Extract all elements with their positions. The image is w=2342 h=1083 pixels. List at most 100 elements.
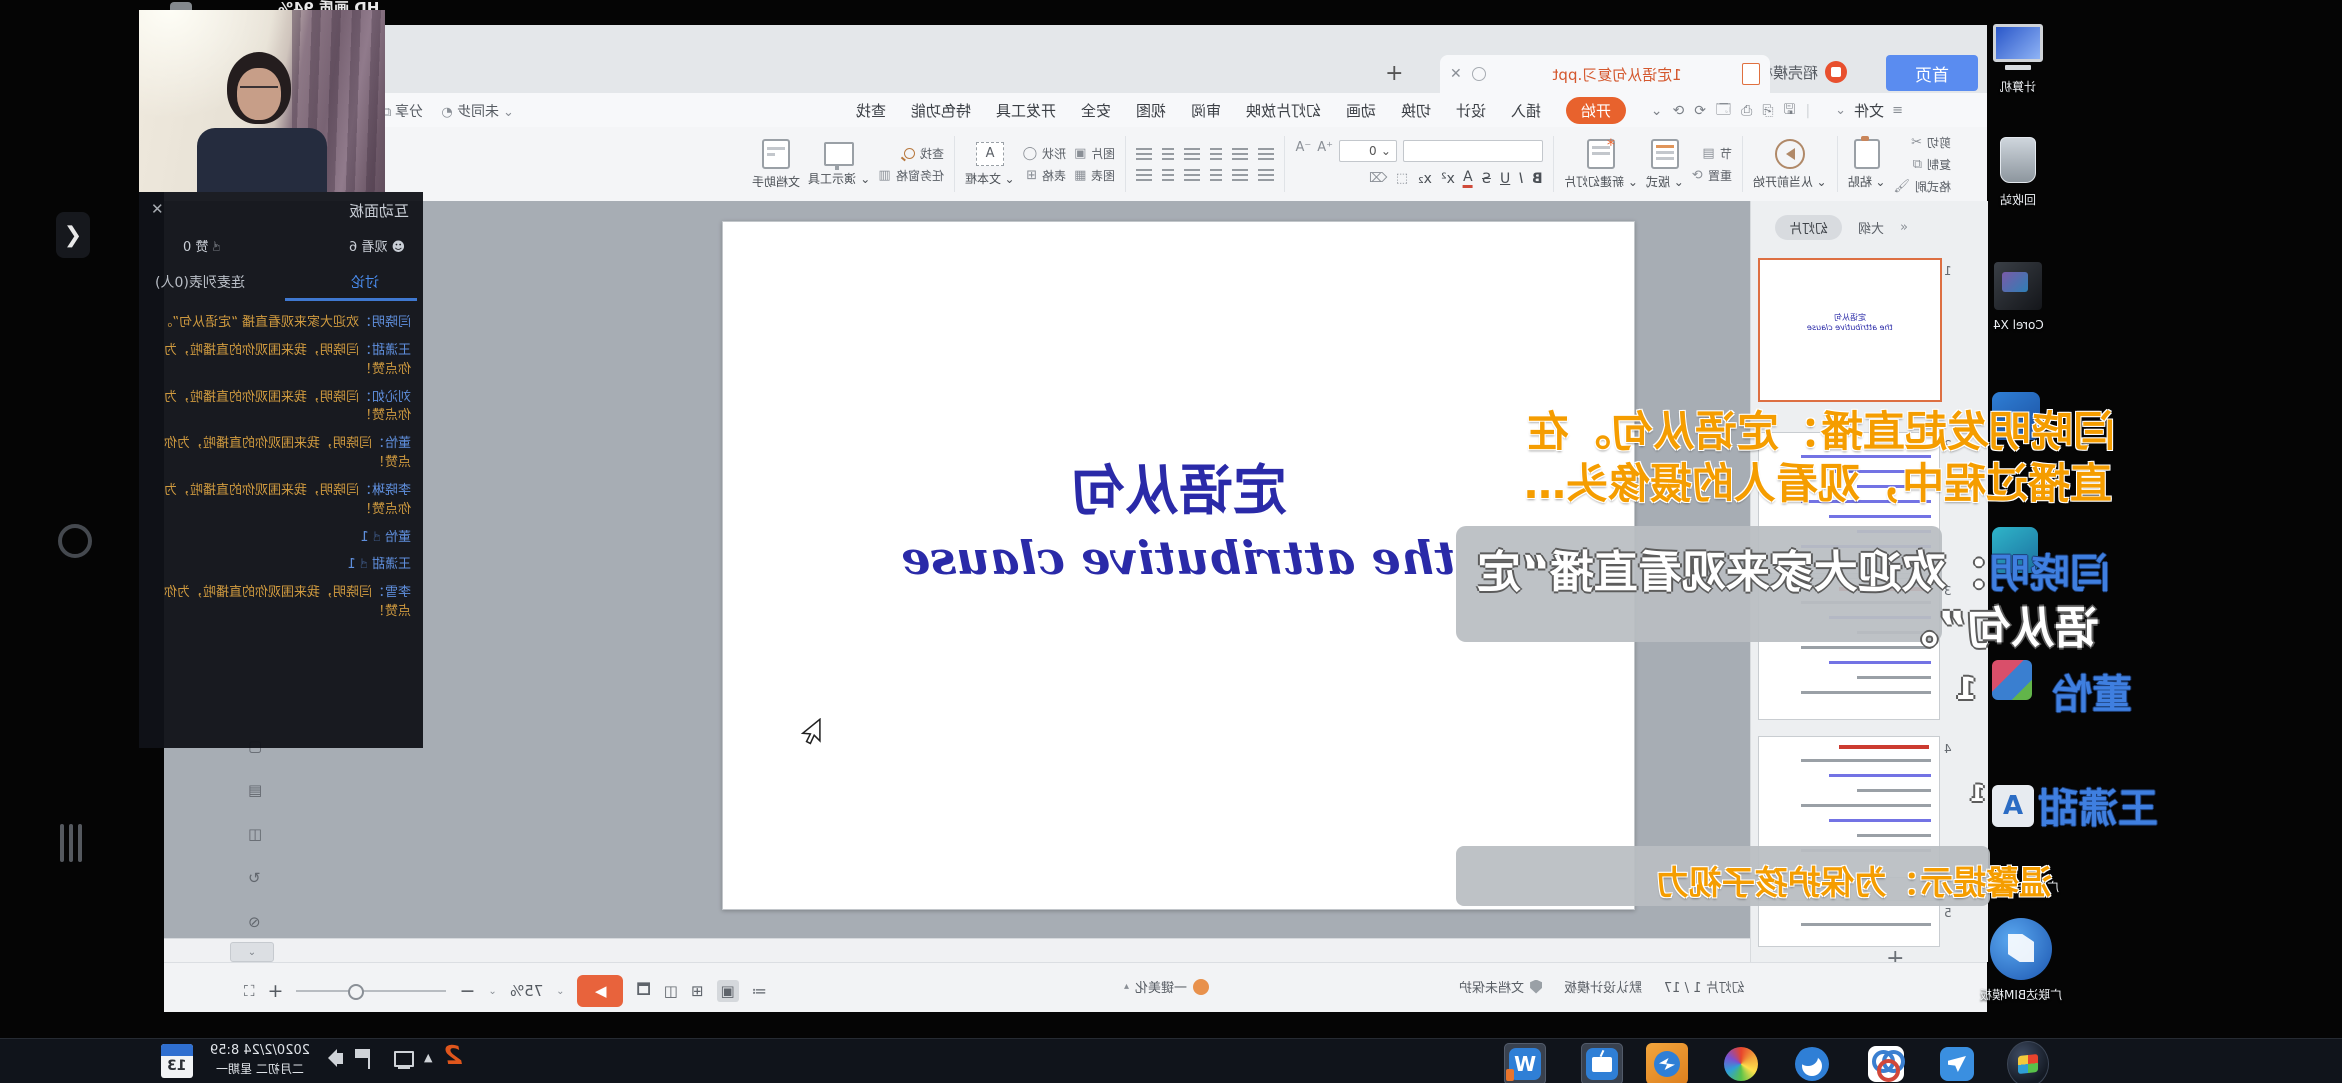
sync-status-button[interactable]: ◔ 未同步 ⌄	[441, 101, 514, 121]
desktop-icon-回收站[interactable]	[1992, 135, 2044, 187]
slideshow-play-button[interactable]: ▶	[577, 975, 623, 1007]
font-size-input[interactable]: 0 ⌄	[1339, 140, 1397, 162]
desktop-icon-Corel X4[interactable]	[1992, 262, 2044, 314]
fit-screen-icon[interactable]: ⛶	[244, 982, 255, 1000]
menu-item-2[interactable]: 设计	[1456, 100, 1486, 121]
print-icon[interactable]: ⎙	[1741, 103, 1752, 119]
menu-item-9[interactable]: 开发工具	[996, 100, 1056, 121]
present-tools-button[interactable]: 演示工具 ⌄	[808, 142, 870, 187]
design-template-status[interactable]: 默认设计模板	[1564, 977, 1642, 996]
disable-tool-icon[interactable]: ⊘	[248, 913, 262, 931]
tab-outline[interactable]: 大纲	[1858, 218, 1884, 237]
desktop-icon-app-7[interactable]: A	[1992, 785, 2044, 837]
font-shrink-icon[interactable]: A⁻	[1295, 140, 1311, 162]
font-color-button[interactable]: A	[1463, 169, 1473, 188]
menu-item-6[interactable]: 审阅	[1191, 100, 1221, 121]
table-button[interactable]: 表格⊞	[1023, 167, 1067, 184]
panel-collapse-icon[interactable]: «	[1900, 220, 1908, 235]
paragraph-settings-icon[interactable]	[1136, 169, 1152, 181]
tab-discussion[interactable]: 讨论	[351, 272, 379, 292]
taskbar-icon-firefox-browser[interactable]	[1720, 1043, 1762, 1083]
tab-mic-list[interactable]: 连麦列表(0人)	[155, 272, 245, 292]
doc-assistant-button[interactable]: 文档助手	[752, 139, 800, 190]
menu-item-file[interactable]: ≡ 文件 ⌄	[1835, 100, 1903, 121]
numbering-icon[interactable]	[1184, 148, 1200, 160]
text-direction-icon[interactable]	[1162, 169, 1174, 181]
taskbar-icon-chat-app[interactable]	[1936, 1043, 1978, 1083]
desktop-icon-app-6[interactable]	[1992, 660, 2044, 712]
taskbar-icon-bird-messenger[interactable]	[1646, 1043, 1688, 1083]
menu-item-0[interactable]: 开始	[1566, 97, 1626, 124]
volume-icon[interactable]	[336, 1053, 343, 1064]
preview-icon[interactable]: 🗔	[1716, 99, 1731, 123]
layout-button[interactable]: 版式 ⌄	[1646, 139, 1684, 190]
menu-item-11[interactable]: 查找	[856, 100, 886, 121]
cut-button[interactable]: 剪切✂	[1893, 134, 1951, 151]
desktop-icon-广联达BIM空间[interactable]	[1990, 918, 2042, 970]
menu-item-5[interactable]: 幻灯片放映	[1246, 100, 1321, 121]
taskbar-icon-circles-suite[interactable]	[1865, 1043, 1907, 1083]
clear-format-button[interactable]: ⌫	[1369, 171, 1387, 186]
underline-button[interactable]: U	[1500, 171, 1510, 187]
notes-collapse-button[interactable]: ⌄	[230, 942, 274, 962]
menu-item-10[interactable]: 特色功能	[911, 100, 971, 121]
reset-button[interactable]: 重置⟲	[1692, 167, 1732, 184]
sorter-view-icon[interactable]: ⊞	[691, 982, 704, 1000]
menu-item-7[interactable]: 视图	[1136, 100, 1166, 121]
tray-expand-icon[interactable]: ▲	[424, 1051, 432, 1064]
font-grow-icon[interactable]: A⁺	[1317, 140, 1333, 162]
indent-less-icon[interactable]	[1184, 169, 1200, 181]
tab-pin-icon[interactable]	[1472, 67, 1486, 81]
undo-icon[interactable]: ⟲	[1672, 103, 1684, 119]
strikethrough-button[interactable]: S	[1482, 171, 1491, 187]
tab-slides[interactable]: 幻灯片	[1775, 215, 1842, 240]
menu-item-1[interactable]: 插入	[1511, 100, 1541, 121]
record-indicator-icon[interactable]	[58, 524, 92, 558]
taskbar-icon-wps-presentation[interactable]: W	[1504, 1043, 1546, 1083]
rotate-tool-icon[interactable]: ↺	[248, 869, 262, 887]
play-from-current-button[interactable]: 从当前开始 ⌄	[1753, 139, 1827, 190]
desktop-icon-计算机[interactable]	[1992, 22, 2044, 74]
taskbar-clock[interactable]: 2020/2/24 8:59 二月初二 星期一	[198, 1042, 322, 1078]
align-center-icon[interactable]	[1232, 148, 1248, 160]
calendar-tray-icon[interactable]: 13	[161, 1044, 193, 1078]
slideshow-view-icon[interactable]: 🗖	[636, 979, 650, 1004]
find-button[interactable]: 查找	[878, 145, 943, 162]
zoom-slider-knob[interactable]	[348, 984, 364, 1000]
new-tab-button[interactable]: +	[1385, 61, 1403, 86]
zoom-in-icon[interactable]: +	[268, 980, 284, 1002]
layers-tool-icon[interactable]: ▤	[248, 781, 262, 799]
text-box-button[interactable]: A 文本框 ⌄	[965, 142, 1015, 187]
sidebar-expand-handle[interactable]: ❯	[56, 212, 90, 258]
beautify-button[interactable]: ▴ 一键美化	[1124, 977, 1209, 996]
output-icon[interactable]: ⎘	[1762, 103, 1773, 119]
taskbar-icon-start-button[interactable]	[2007, 1043, 2049, 1083]
line-spacing-icon[interactable]	[1210, 169, 1222, 181]
panel-close-icon[interactable]: ✕	[151, 200, 164, 218]
zoom-level[interactable]: 75%	[510, 982, 543, 1000]
task-pane-button[interactable]: 任务窗格▥	[878, 167, 943, 184]
paste-button[interactable]: 粘贴 ⌄	[1848, 139, 1886, 190]
action-center-icon[interactable]	[355, 1049, 368, 1058]
zoom-slider[interactable]	[296, 990, 446, 992]
split-view-icon[interactable]: ◫	[248, 825, 262, 843]
copy-button[interactable]: 复制⧉	[1893, 156, 1951, 173]
drag-handle-icon[interactable]	[60, 824, 82, 862]
menu-item-3[interactable]: 切换	[1401, 100, 1431, 121]
chart-button[interactable]: 图表▦	[1074, 167, 1115, 184]
highlight-button[interactable]: ⬚	[1396, 171, 1408, 186]
reading-view-icon[interactable]: ◫	[664, 982, 678, 1000]
align-right-icon[interactable]	[1258, 169, 1274, 181]
bold-button[interactable]: B	[1532, 171, 1543, 187]
chevron-down-icon[interactable]: ⌄	[1651, 103, 1663, 119]
shapes-button[interactable]: 形状◯	[1023, 145, 1067, 162]
taskbar-icon-blue-browser[interactable]	[1791, 1043, 1833, 1083]
zoom-out-icon[interactable]: −	[459, 980, 475, 1002]
notes-view-icon[interactable]: ≔	[752, 982, 767, 1000]
taskbar-icon-live-class-tv[interactable]	[1581, 1043, 1623, 1083]
normal-view-icon[interactable]: ▣	[717, 980, 739, 1002]
save-icon[interactable]: 🖫	[1784, 99, 1796, 123]
document-tab[interactable]: ✕ 1定语从句复习.ppt	[1440, 55, 1770, 93]
bullets-icon[interactable]	[1210, 148, 1222, 160]
tray-badge-app-icon[interactable]: 2	[444, 1041, 462, 1071]
